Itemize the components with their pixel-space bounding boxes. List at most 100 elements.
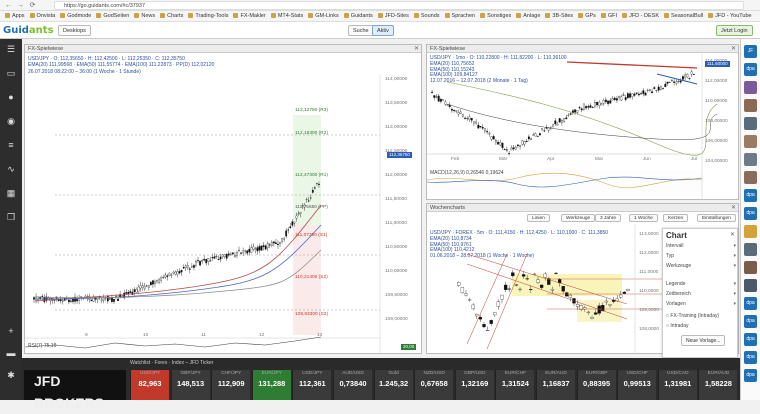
- avatar[interactable]: [744, 171, 757, 184]
- chart-plot[interactable]: [427, 54, 740, 200]
- login-button[interactable]: Jetzt Login: [716, 25, 753, 36]
- widget-icon[interactable]: [744, 225, 757, 238]
- widget-icon[interactable]: dpa: [744, 369, 757, 382]
- user-icon[interactable]: ●: [5, 91, 17, 103]
- guidants-logo[interactable]: Guidants: [3, 25, 54, 36]
- ticker-tile[interactable]: GBP/JPY 148,513: [170, 370, 210, 400]
- bookmark-item[interactable]: GodSeiten: [96, 11, 129, 21]
- search-button[interactable]: Suche: [348, 25, 374, 36]
- widget-icon[interactable]: dpa: [744, 333, 757, 346]
- ticker-tile[interactable]: CHF/JPY 112,909: [211, 370, 251, 400]
- reload-icon[interactable]: ⟳: [28, 1, 37, 10]
- widget-icon[interactable]: dpa: [744, 63, 757, 76]
- close-icon[interactable]: ✕: [414, 45, 419, 53]
- chart-toolbar-button[interactable]: 3 Jahre: [595, 214, 621, 222]
- avatar[interactable]: [744, 99, 757, 112]
- copy-icon[interactable]: ❐: [5, 211, 17, 223]
- eye-icon[interactable]: ◉: [5, 115, 17, 127]
- chart-toolbar-button[interactable]: Einstellungen: [697, 214, 736, 222]
- forward-icon[interactable]: →: [16, 1, 25, 10]
- avatar[interactable]: [744, 81, 757, 94]
- active-button[interactable]: Aktiv: [372, 25, 394, 36]
- bookmark-item[interactable]: MT4-Stats: [270, 11, 303, 21]
- panel-row[interactable]: Intervall ▾: [666, 243, 736, 249]
- bookmark-item[interactable]: FX-Makler: [233, 11, 266, 21]
- close-icon[interactable]: ✕: [731, 204, 736, 212]
- ticker-tile[interactable]: USD/CHF 0,99513: [617, 370, 657, 400]
- menu-icon[interactable]: ☰: [5, 43, 17, 55]
- bookmark-item[interactable]: Anlage: [516, 11, 540, 21]
- chart-toolbar-button[interactable]: 1 Woche: [629, 214, 658, 222]
- chart-toolbar-button[interactable]: Linien: [527, 214, 550, 222]
- bookmark-item[interactable]: 3B-Sites: [545, 11, 573, 21]
- chart-window-daily[interactable]: FX-Spielwiese ✕ USD/JPY · 1mo · O: 110,2…: [426, 44, 739, 200]
- bookmark-item[interactable]: Sprachen: [444, 11, 475, 21]
- avatar[interactable]: [744, 135, 757, 148]
- bookmark-item[interactable]: Trading-Tools: [188, 11, 228, 21]
- folder-icon[interactable]: ▬: [5, 347, 17, 359]
- panel-row[interactable]: Legende ▾: [666, 281, 736, 287]
- ticker-tile[interactable]: EUR/GBP 0,88395: [576, 370, 616, 400]
- bookmark-item[interactable]: SeasonalBull: [664, 11, 703, 21]
- address-bar[interactable]: https://go.guidants.com/#c/37937: [54, 1, 744, 10]
- avatar[interactable]: [744, 117, 757, 130]
- panel-row[interactable]: Werkzeuge ▾: [666, 263, 736, 269]
- ticker-tile[interactable]: EUR/AUD 1,58228: [698, 370, 738, 400]
- bookmark-item[interactable]: Sonstiges: [480, 11, 511, 21]
- monitor-icon[interactable]: ▭: [5, 67, 17, 79]
- panel-row[interactable]: Typ ▾: [666, 253, 736, 259]
- plus-icon[interactable]: +: [5, 325, 17, 337]
- bookmark-item[interactable]: GM-Links: [308, 11, 339, 21]
- avatar[interactable]: [744, 261, 757, 274]
- ticker-tile[interactable]: GBP/USD 1,32169: [454, 370, 494, 400]
- ticker-tile[interactable]: AUD/USD 0,73840: [333, 370, 372, 400]
- widget-icon[interactable]: dpa: [744, 207, 757, 220]
- widget-icon[interactable]: dpa: [744, 189, 757, 202]
- bookmark-item[interactable]: Sounds: [413, 11, 440, 21]
- widget-icon[interactable]: dpa: [744, 315, 757, 328]
- bookmark-item[interactable]: Charts: [160, 11, 183, 21]
- bookmark-item[interactable]: JFD - DESK: [622, 11, 659, 21]
- bookmark-item[interactable]: GPs: [578, 11, 596, 21]
- chart-line-icon[interactable]: ∿: [5, 163, 17, 175]
- panel-row[interactable]: Zeitbereich ▾: [666, 291, 736, 297]
- bookmark-item[interactable]: JFD - YouTube: [708, 11, 752, 21]
- bookmark-item[interactable]: Guidants: [343, 11, 373, 21]
- ticker-tile[interactable]: NZD/USD 0,67658: [414, 370, 454, 400]
- close-icon[interactable]: ✕: [730, 231, 735, 239]
- close-icon[interactable]: ✕: [731, 45, 736, 53]
- bookmark-item[interactable]: News: [134, 11, 155, 21]
- bookmark-item[interactable]: JFD-Sites: [377, 11, 409, 21]
- bookmark-item[interactable]: Apps: [5, 11, 25, 21]
- template-item[interactable]: ○ FX-Training (Intraday): [666, 313, 736, 319]
- list-icon[interactable]: ≡: [5, 139, 17, 151]
- ticker-tile[interactable]: EUR/CHF 1,31524: [495, 370, 535, 400]
- broker-logo[interactable]: JFD BROKERS: [24, 370, 126, 411]
- chart-toolbar-button[interactable]: Kerzen: [663, 214, 689, 222]
- chart-plot[interactable]: [25, 75, 423, 353]
- widget-icon[interactable]: dpa: [744, 351, 757, 364]
- avatar[interactable]: [744, 279, 757, 292]
- panel-row[interactable]: Vorlagen ▾: [666, 301, 736, 307]
- desktops-button[interactable]: Desktops: [58, 25, 91, 36]
- ticker-tile[interactable]: EUR/JPY 131,288: [251, 370, 291, 400]
- template-item[interactable]: ○ Intraday: [666, 323, 736, 329]
- ticker-tile[interactable]: EUR/AUD 1,16837: [536, 370, 575, 400]
- gear-icon[interactable]: ✱: [5, 369, 17, 381]
- new-template-button[interactable]: Neue Vorlage...: [681, 335, 726, 346]
- chart-toolbar-button[interactable]: Werkzeuge: [561, 214, 596, 222]
- chart-window-main[interactable]: FX-Spielwiese ✕ USD/JPY · O: 112,35650 ·…: [24, 44, 422, 354]
- widget-icon[interactable]: JF: [744, 45, 757, 58]
- bookmark-item[interactable]: GFI: [600, 11, 617, 21]
- bookmark-item[interactable]: Onvista: [29, 11, 55, 21]
- avatar[interactable]: [744, 153, 757, 166]
- ticker-tile[interactable]: USD/JPY 82,963: [130, 370, 169, 400]
- bookmark-item[interactable]: Godmode: [60, 11, 91, 21]
- widget-icon[interactable]: dpa: [744, 297, 757, 310]
- avatar[interactable]: [744, 243, 757, 256]
- calendar-icon[interactable]: ▦: [5, 187, 17, 199]
- ticker-tile[interactable]: Gold 1.245,32: [373, 370, 413, 400]
- ticker-tile[interactable]: USD/CAD 1,31981: [657, 370, 697, 400]
- ticker-tile[interactable]: USD/JPY 112,361: [292, 370, 332, 400]
- back-icon[interactable]: ←: [4, 1, 13, 10]
